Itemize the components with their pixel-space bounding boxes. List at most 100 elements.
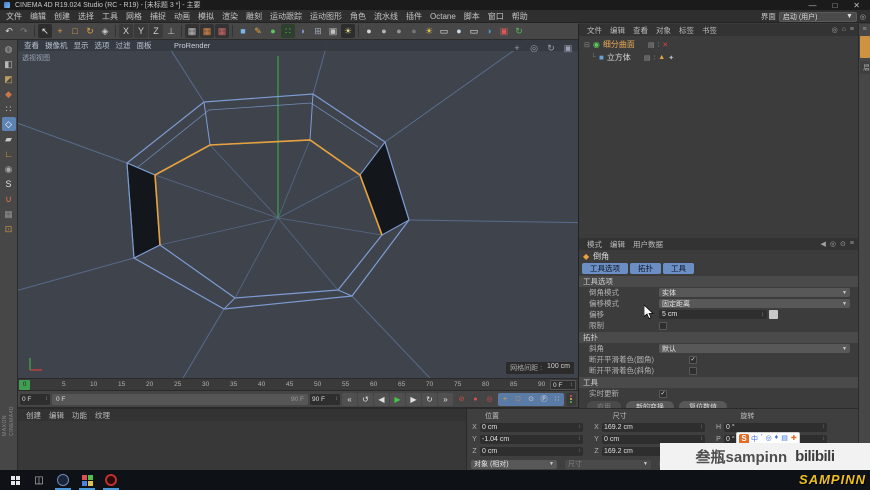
deformer[interactable]: ◗ — [296, 24, 310, 38]
am-menu-item-0[interactable]: 模式 — [583, 239, 606, 250]
render-settings[interactable]: ▦ — [200, 24, 214, 38]
limit-checkbox[interactable] — [659, 321, 667, 330]
offset-edit-button[interactable] — [769, 310, 778, 319]
key-rotation-toggle[interactable]: ⊙ — [525, 394, 537, 405]
am-menu-icon[interactable]: ≡ — [850, 240, 854, 248]
make-editable[interactable]: ◍ — [2, 42, 16, 56]
task-view-button[interactable]: ◫ — [28, 470, 50, 490]
object-name[interactable]: 立方体 — [607, 52, 631, 63]
position-x-field[interactable]: 0 cm ↕ — [480, 422, 583, 432]
enable-snap[interactable]: S — [2, 177, 16, 191]
miter-dropdown[interactable]: 默认 ▼ — [659, 344, 850, 353]
sogou-chinese-mode[interactable]: 中 — [751, 434, 758, 444]
next-frame-button[interactable]: ▶ — [406, 392, 421, 406]
scale-tool[interactable]: □ — [68, 24, 82, 38]
timeline-playhead[interactable]: 0 — [19, 380, 30, 390]
menu-item-8[interactable]: 模拟 — [194, 11, 218, 22]
dock-tab-layers[interactable]: 层 — [859, 61, 870, 74]
viewport-menu-prorender[interactable]: ProRender — [174, 41, 210, 50]
am-menu-item-2[interactable]: 用户数据 — [629, 239, 667, 250]
mograph-cloner[interactable]: ⊞ — [311, 24, 325, 38]
stage-camera[interactable]: ▣ — [497, 24, 511, 38]
points-mode[interactable]: ∷ — [2, 102, 16, 116]
rotation-h-field[interactable]: 0 ° ↕ — [724, 422, 827, 432]
phong-tag-icon[interactable]: ✦ — [668, 54, 674, 62]
menu-item-14[interactable]: 流水线 — [370, 11, 402, 22]
menu-item-5[interactable]: 网格 — [122, 11, 146, 22]
om-menu-item-4[interactable]: 标签 — [675, 25, 698, 36]
play-forward-button[interactable]: ▶ — [390, 392, 405, 406]
lock-workplane[interactable]: ⊡ — [2, 222, 16, 236]
sogou-toolbox[interactable]: ✚ — [791, 434, 797, 444]
sun-light[interactable]: ☀ — [422, 24, 436, 38]
visibility-dots-icon[interactable]: ∶ — [657, 41, 659, 49]
timeline-range-slider[interactable]: 0 F 90 F — [52, 393, 308, 405]
apply-button[interactable]: 应用 — [587, 401, 621, 408]
previous-frame-button[interactable]: ◀ — [374, 392, 389, 406]
start-frame-field[interactable]: 0 F ↕ — [20, 393, 50, 405]
break-round-checkbox[interactable]: ✓ — [689, 355, 697, 364]
shading-sphere-4[interactable]: ● — [407, 24, 421, 38]
spinner-icon[interactable]: ↕ — [570, 382, 573, 388]
render-queue[interactable]: ▦ — [215, 24, 229, 38]
light-object[interactable]: ☀ — [341, 24, 355, 38]
viewport-menu-item-2[interactable]: 显示 — [71, 40, 92, 51]
reset-values-button[interactable]: 复位数值 — [679, 401, 727, 408]
spinner-icon[interactable]: ↕ — [761, 312, 764, 318]
mm-menu-item-2[interactable]: 功能 — [68, 410, 91, 421]
dock-tab-active[interactable] — [859, 36, 870, 58]
uv-mode[interactable]: ◆ — [2, 87, 16, 101]
viewport-menu-item-0[interactable]: 查看 — [21, 40, 42, 51]
coordinate-system[interactable]: ⊥ — [164, 24, 178, 38]
tab-tool[interactable]: 工具 — [663, 263, 694, 274]
spinner-icon[interactable]: ↕ — [45, 396, 48, 402]
selection-tag-icon[interactable]: ▲ — [658, 54, 665, 61]
disabled-icon[interactable]: ✕ — [662, 41, 668, 49]
menu-item-2[interactable]: 创建 — [50, 11, 74, 22]
enable-axis[interactable]: ∟ — [2, 147, 16, 161]
menu-item-4[interactable]: 工具 — [98, 11, 122, 22]
rotate-view-icon[interactable]: ↻ — [544, 41, 558, 55]
spline-pen[interactable]: ✎ — [251, 24, 265, 38]
coord-mode-dropdown[interactable]: 对象 (相对) ▼ — [471, 459, 557, 469]
viewport-canvas[interactable] — [18, 40, 578, 378]
autokeying-button[interactable]: ● — [469, 392, 482, 406]
minimize-button[interactable]: — — [808, 1, 816, 10]
environment-object[interactable]: ◑ — [482, 24, 496, 38]
key-scale-toggle[interactable]: □ — [512, 394, 524, 405]
menu-item-10[interactable]: 雕刻 — [242, 11, 266, 22]
sogou-keyboard[interactable]: ▤ — [781, 434, 788, 444]
menu-item-6[interactable]: 捕捉 — [146, 11, 170, 22]
dock-menu-icon[interactable]: ≡ — [862, 26, 866, 33]
om-menu-item-0[interactable]: 文件 — [583, 25, 606, 36]
lock-z-axis[interactable]: Z — [149, 24, 163, 38]
sogou-emoji[interactable]: ◎ — [766, 434, 772, 444]
position-y-field[interactable]: -1.04 cm ↕ — [480, 434, 583, 444]
zoom-view-icon[interactable]: ◎ — [527, 41, 541, 55]
offset-mode-dropdown[interactable]: 固定距离 ▼ — [659, 299, 850, 308]
model-mode[interactable]: ◧ — [2, 57, 16, 71]
menu-item-19[interactable]: 帮助 — [508, 11, 532, 22]
go-to-start-button[interactable]: « — [342, 392, 357, 406]
render-view[interactable]: ▦ — [185, 24, 199, 38]
keyframe-selection-button[interactable]: ◎ — [483, 392, 496, 406]
layer-icon[interactable]: ▤ — [648, 41, 655, 49]
menu-item-7[interactable]: 动画 — [170, 11, 194, 22]
mm-menu-item-0[interactable]: 创建 — [22, 410, 45, 421]
om-menu-item-5[interactable]: 书签 — [698, 25, 721, 36]
snap-magnet[interactable]: ∪ — [2, 192, 16, 206]
start-button[interactable] — [4, 470, 26, 490]
am-search-icon[interactable]: ◎ — [830, 240, 836, 248]
tab-tool-option[interactable]: 工具选项 — [582, 263, 628, 274]
om-search-icon[interactable]: ◎ — [832, 26, 838, 34]
array-generator[interactable]: ∷ — [281, 24, 295, 38]
shading-sphere-1[interactable]: ● — [362, 24, 376, 38]
shading-sphere-2[interactable]: ● — [377, 24, 391, 38]
move-tool[interactable]: + — [53, 24, 67, 38]
size-x-field[interactable]: 169.2 cm ↕ — [602, 422, 705, 432]
new-transform-button[interactable]: 新的变换 — [626, 401, 674, 408]
object-name[interactable]: 细分曲面 — [603, 39, 635, 50]
viewport[interactable]: 查看 摄像机 显示 选项 过滤 面板 ProRender 透视视图 + ◎ ↻ ▣ 网格间距 :… — [18, 40, 578, 378]
redo-icon[interactable]: ↷ — [17, 24, 31, 38]
workplane[interactable]: ▦ — [2, 207, 16, 221]
